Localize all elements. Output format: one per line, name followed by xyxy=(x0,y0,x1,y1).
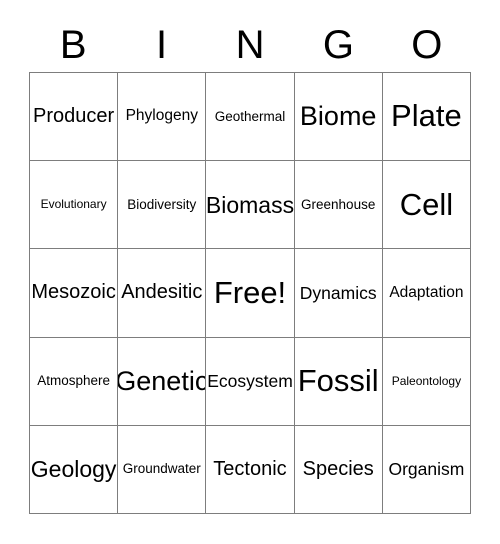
bingo-cell-label: Dynamics xyxy=(299,282,377,303)
bingo-cell[interactable]: Fossil xyxy=(294,337,383,426)
bingo-cell[interactable]: Producer xyxy=(30,73,119,162)
bingo-cell-label: Paleontology xyxy=(391,373,462,388)
bingo-cell[interactable]: Biomass xyxy=(206,161,295,250)
bingo-cell[interactable]: Genetic xyxy=(118,337,207,426)
bingo-cell-label: Geothermal xyxy=(214,108,286,124)
bingo-cell[interactable]: Dynamics xyxy=(294,249,383,338)
bingo-cell[interactable]: Paleontology xyxy=(382,337,471,426)
bingo-cell[interactable]: Species xyxy=(294,425,383,514)
bingo-cell-label: Biodiversity xyxy=(127,196,197,212)
bingo-cell-label: Tectonic xyxy=(213,457,287,480)
bingo-cell-label: Plate xyxy=(391,98,462,134)
bingo-cell-label: Biome xyxy=(299,101,377,132)
bingo-cell[interactable]: Tectonic xyxy=(206,425,295,514)
bingo-cell-label: Atmosphere xyxy=(37,373,110,389)
bingo-cell-label: Biomass xyxy=(206,191,295,218)
bingo-cell[interactable]: Geothermal xyxy=(206,73,295,162)
bingo-card: B I N G O Producer Phylogeny Geothermal … xyxy=(0,0,500,544)
bingo-cell-label: Phylogeny xyxy=(125,107,198,125)
bingo-cell[interactable]: Geology xyxy=(30,425,119,514)
bingo-header-letter-b: B xyxy=(59,23,87,67)
bingo-cell-label: Adaptation xyxy=(389,283,464,301)
bingo-header-letter-g: G xyxy=(322,23,354,67)
bingo-cell[interactable]: Greenhouse xyxy=(294,161,383,250)
bingo-cell[interactable]: Ecosystem xyxy=(206,337,295,426)
bingo-cell-label: Evolutionary xyxy=(40,197,107,212)
bingo-cell-label: Producer xyxy=(33,105,115,128)
bingo-cell[interactable]: Cell xyxy=(382,161,471,250)
bingo-cell[interactable]: Evolutionary xyxy=(30,161,119,250)
bingo-cell[interactable]: Plate xyxy=(382,73,471,162)
bingo-grid: Producer Phylogeny Geothermal Biome Plat… xyxy=(29,72,471,514)
bingo-header-letter-o: O xyxy=(411,23,443,67)
bingo-cell[interactable]: Adaptation xyxy=(382,249,471,338)
bingo-cell[interactable]: Biodiversity xyxy=(118,161,207,250)
bingo-cell-label: Genetic xyxy=(118,366,207,397)
bingo-cell-label: Organism xyxy=(388,459,465,480)
bingo-cell-label: Mesozoic xyxy=(31,281,116,304)
bingo-cell-label: Groundwater xyxy=(122,461,201,477)
bingo-cell[interactable]: Mesozoic xyxy=(30,249,119,338)
bingo-cell[interactable]: Groundwater xyxy=(118,425,207,514)
bingo-header-letter-i: I xyxy=(156,23,168,67)
bingo-cell-label: Cell xyxy=(399,186,454,222)
bingo-header-row: B I N G O xyxy=(29,18,471,72)
bingo-cell-label: Fossil xyxy=(297,362,379,398)
bingo-cell-label: Geology xyxy=(30,456,117,483)
bingo-cell-label: Andesitic xyxy=(121,281,203,304)
bingo-cell-label: Species xyxy=(302,457,374,480)
bingo-free-cell[interactable]: Free! xyxy=(206,249,295,338)
bingo-cell[interactable]: Organism xyxy=(382,425,471,514)
bingo-cell[interactable]: Atmosphere xyxy=(30,337,119,426)
bingo-header-letter-n: N xyxy=(235,23,265,67)
bingo-cell[interactable]: Phylogeny xyxy=(118,73,207,162)
bingo-cell[interactable]: Andesitic xyxy=(118,249,207,338)
bingo-cell-label: Ecosystem xyxy=(207,371,293,391)
bingo-free-label: Free! xyxy=(213,274,287,310)
bingo-cell[interactable]: Biome xyxy=(294,73,383,162)
bingo-cell-label: Greenhouse xyxy=(301,196,376,212)
